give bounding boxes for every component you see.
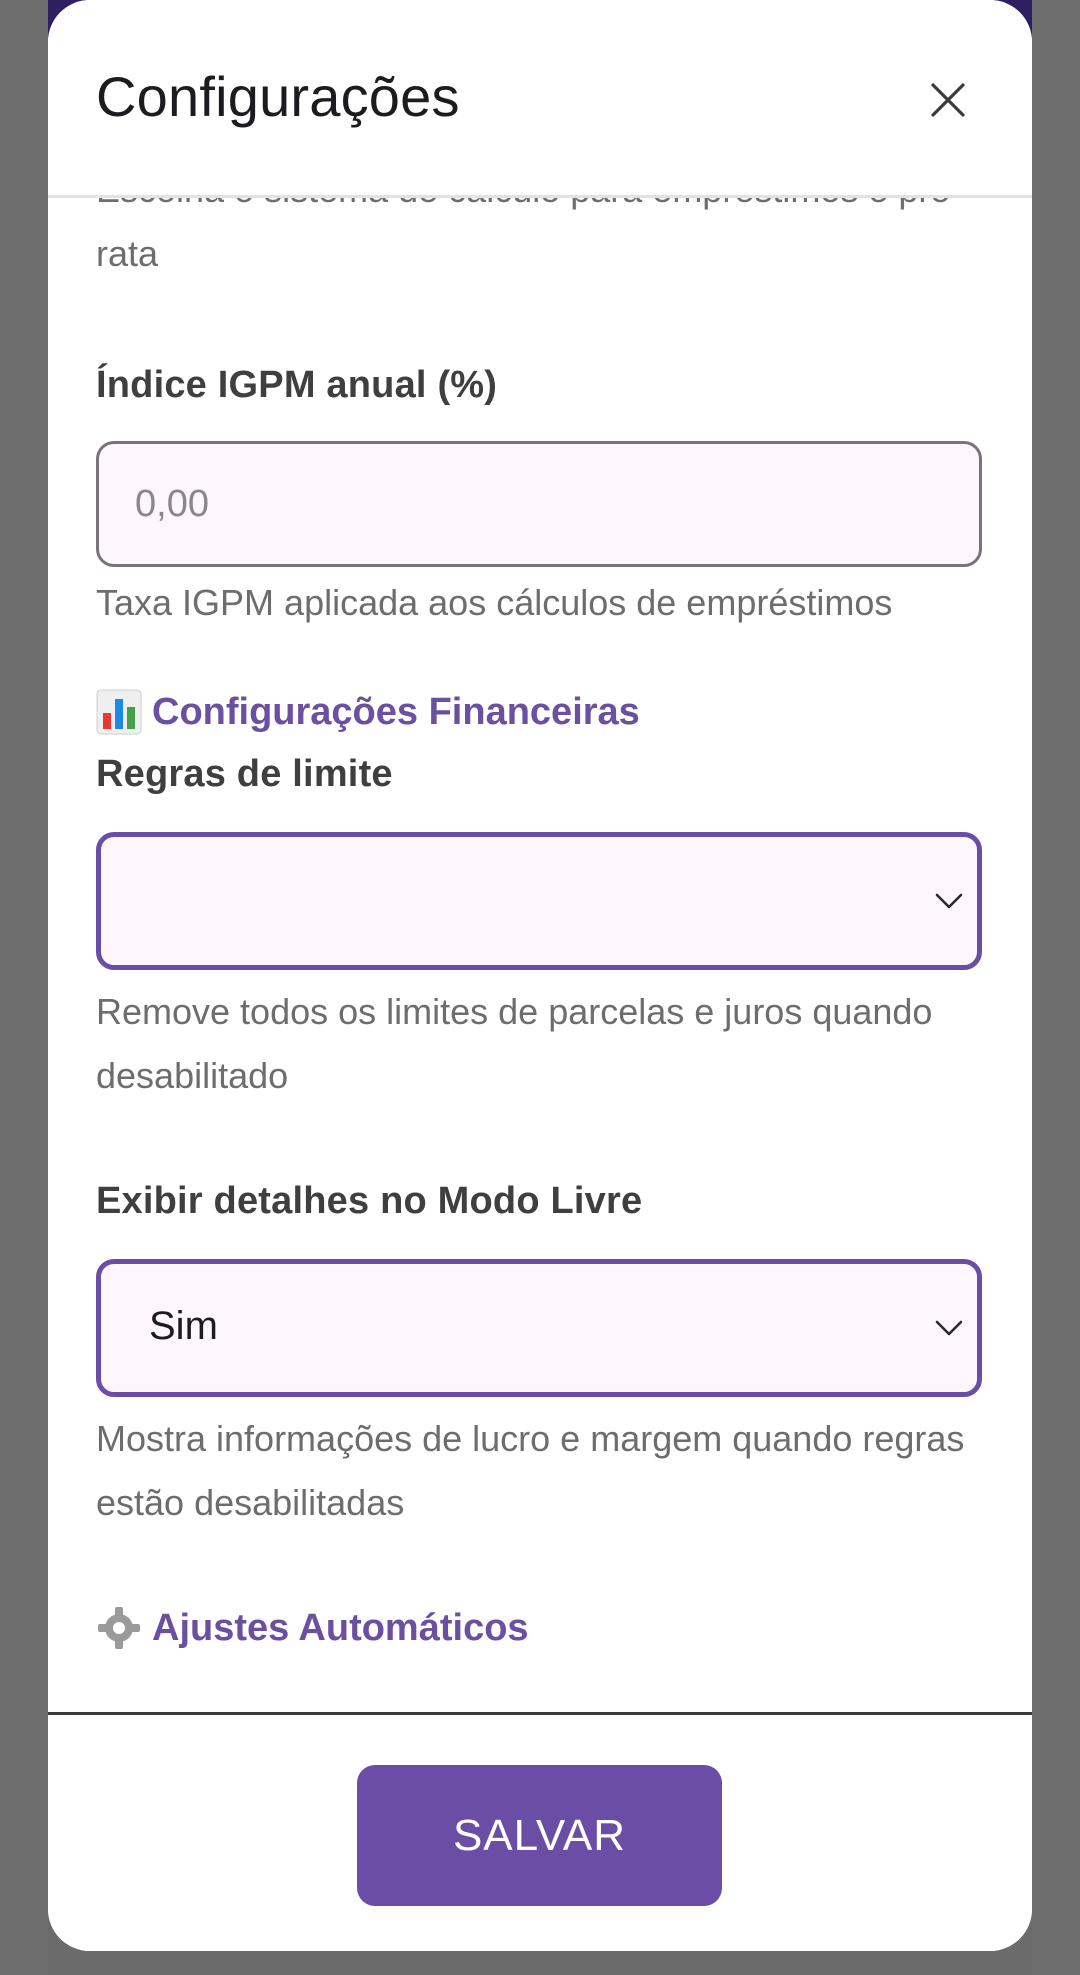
igpm-placeholder: 0,00	[135, 482, 209, 525]
limit-rules-label: Regras de limite	[96, 753, 393, 795]
financial-section-label: Configurações Financeiras	[152, 690, 640, 733]
dialog-scroll-content: Escolha o sistema de cálculo para emprés…	[96, 198, 986, 1651]
free-mode-select[interactable]: Sim	[96, 1259, 982, 1397]
bar-chart-icon	[96, 689, 142, 735]
free-mode-label: Exibir detalhes no Modo Livre	[96, 1180, 643, 1222]
auto-section-title: Ajustes Automáticos	[96, 1605, 986, 1651]
igpm-input[interactable]: 0,00	[96, 441, 982, 567]
dialog-title: Configurações	[96, 65, 460, 128]
settings-dialog: Configurações Escolha o sistema de cálcu…	[48, 0, 1032, 1951]
free-mode-value: Sim	[149, 1304, 218, 1348]
igpm-label: Índice IGPM anual (%)	[96, 364, 498, 406]
close-button[interactable]	[916, 68, 980, 132]
limit-rules-select[interactable]	[96, 832, 982, 970]
free-mode-helper: Mostra informações de lucro e margem qua…	[96, 1418, 965, 1523]
igpm-helper: Taxa IGPM aplicada aos cálculos de empré…	[96, 582, 893, 623]
dialog-body[interactable]: Escolha o sistema de cálculo para emprés…	[48, 198, 1032, 1712]
chevron-down-icon	[935, 1320, 963, 1336]
calc-system-helper: Escolha o sistema de cálculo para emprés…	[96, 198, 962, 274]
financial-section-title: Configurações Financeiras	[96, 689, 986, 735]
dialog-header: Configurações	[48, 0, 1032, 198]
save-button[interactable]: SALVAR	[357, 1765, 722, 1906]
limit-rules-helper: Remove todos os limites de parcelas e ju…	[96, 991, 933, 1096]
chevron-down-icon	[935, 893, 963, 909]
auto-section-label: Ajustes Automáticos	[152, 1606, 529, 1649]
gear-icon	[98, 1607, 140, 1649]
close-icon	[931, 83, 965, 117]
dialog-footer: SALVAR	[48, 1712, 1032, 1951]
